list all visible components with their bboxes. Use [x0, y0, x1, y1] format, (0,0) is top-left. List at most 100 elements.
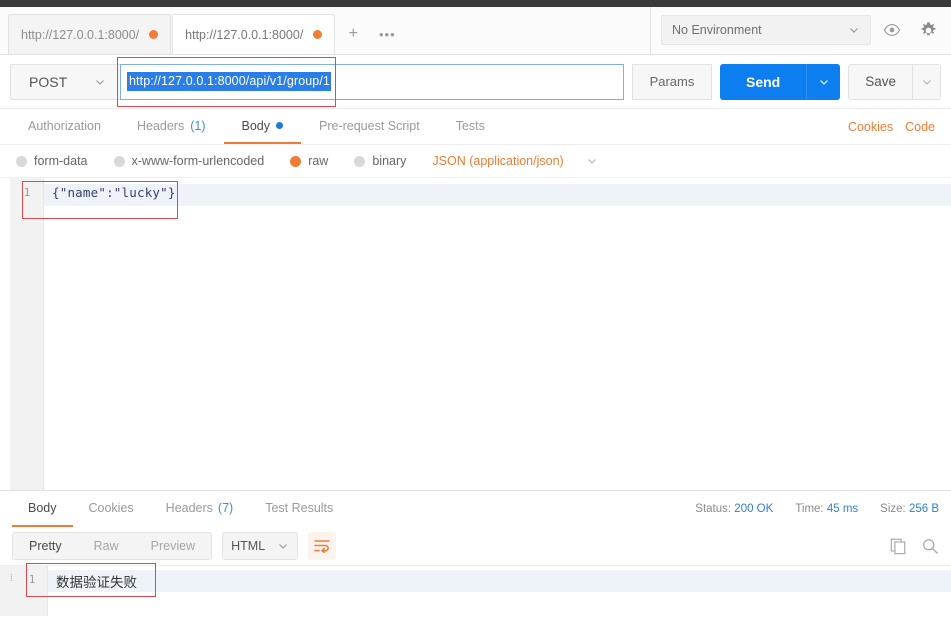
response-tab-headers[interactable]: Headers (7) — [150, 491, 250, 527]
environment-area: No Environment — [661, 15, 943, 45]
status-value: 200 OK — [734, 502, 774, 515]
size-value: 256 B — [908, 502, 939, 515]
chevron-down-icon — [848, 24, 860, 36]
request-tabs-list: http://127.0.0.1:8000/ http://127.0.0.1:… — [0, 6, 405, 54]
tab-label: Tests — [455, 118, 485, 133]
tab-headers[interactable]: Headers (1) — [119, 109, 224, 144]
response-stats: Status: 200 OK Time: 45 ms Size: 256 B — [695, 503, 939, 515]
chevron-down-icon — [277, 540, 289, 552]
new-tab-button[interactable]: + — [336, 14, 371, 54]
tab-count: (1) — [190, 118, 206, 133]
send-button[interactable]: Send — [719, 63, 841, 100]
tab-pre-request-script[interactable]: Pre-request Script — [301, 109, 438, 144]
chevron-down-icon — [94, 76, 106, 88]
tab-label: Authorization — [28, 118, 101, 133]
tab-count: (7) — [217, 500, 234, 515]
response-active-line — [0, 570, 951, 592]
editor-code-line: {"name":"lucky"} — [52, 185, 176, 200]
wrap-lines-icon[interactable] — [308, 531, 337, 560]
copy-icon[interactable] — [889, 537, 907, 555]
content-type-value: JSON (application/json) — [432, 154, 564, 168]
tab-label: Body — [28, 500, 57, 515]
body-type-label: raw — [308, 154, 329, 168]
body-type-label: form-data — [34, 154, 88, 168]
view-mode-preview[interactable]: Preview — [135, 533, 211, 559]
tab-options-button[interactable]: ••• — [370, 14, 405, 54]
postman-window: http://127.0.0.1:8000/ http://127.0.0.1:… — [0, 0, 951, 628]
url-input[interactable]: http://127.0.0.1:8000/api/v1/group/1 — [120, 63, 624, 100]
code-link[interactable]: Code — [905, 120, 935, 134]
response-view-mode-group: Pretty Raw Preview — [12, 531, 213, 560]
radio-selected-icon — [290, 155, 302, 167]
http-method-select[interactable]: POST — [10, 63, 120, 100]
response-format-value: HTML — [231, 538, 266, 553]
response-toolbar: Pretty Raw Preview HTML — [0, 526, 951, 566]
url-input-wrapper: http://127.0.0.1:8000/api/v1/group/1 — [117, 56, 624, 107]
status-stat: Status: 200 OK — [695, 503, 773, 515]
tab-body[interactable]: Body — [223, 109, 301, 144]
time-label: Time: — [795, 502, 824, 515]
environment-select[interactable]: No Environment — [661, 15, 871, 45]
view-mode-raw[interactable]: Raw — [78, 533, 135, 559]
fold-marker-icon[interactable]: ⁞ — [10, 573, 13, 584]
request-tab-label: http://127.0.0.1:8000/ — [185, 27, 304, 42]
tab-tests[interactable]: Tests — [438, 109, 503, 144]
response-tab-test-results[interactable]: Test Results — [249, 491, 349, 527]
editor-code-text: {"name":"lucky"} — [52, 185, 176, 200]
time-stat: Time: 45 ms — [795, 503, 858, 515]
tab-label: Headers — [165, 500, 213, 515]
tab-label: Headers — [136, 118, 185, 133]
content-type-select[interactable]: JSON (application/json) — [432, 154, 597, 168]
search-icon[interactable] — [921, 537, 939, 555]
body-type-row: form-data x-www-form-urlencoded raw bina… — [0, 145, 951, 177]
body-type-binary[interactable]: binary — [354, 154, 406, 168]
request-body-editor[interactable]: 1 {"name":"lucky"} — [0, 177, 951, 490]
send-options-chevron-down-icon[interactable] — [806, 63, 840, 100]
send-button-label: Send — [745, 73, 781, 90]
body-type-x-www-form-urlencoded[interactable]: x-www-form-urlencoded — [113, 154, 264, 168]
body-type-label: binary — [372, 154, 407, 168]
response-line-number: 1 — [28, 573, 36, 586]
response-format-select[interactable]: HTML — [222, 531, 299, 560]
chevron-down-icon — [586, 155, 598, 167]
gear-icon[interactable] — [913, 15, 943, 45]
response-tab-body[interactable]: Body — [12, 491, 73, 527]
unsaved-dot-icon — [313, 30, 323, 39]
response-tabs-list: Body Cookies Headers (7) Test Results — [12, 491, 349, 527]
eye-icon[interactable] — [877, 15, 907, 45]
time-value: 45 ms — [826, 502, 859, 515]
params-button[interactable]: Params — [631, 63, 712, 100]
request-section-tabs: Authorization Headers (1) Body Pre-reque… — [0, 109, 951, 145]
request-tab-strip: http://127.0.0.1:8000/ http://127.0.0.1:… — [0, 7, 951, 55]
status-label: Status: — [695, 502, 732, 515]
save-button[interactable]: Save — [848, 63, 941, 100]
editor-gutter — [10, 178, 44, 490]
request-tab-2[interactable]: http://127.0.0.1:8000/ — [172, 14, 336, 54]
size-stat: Size: 256 B — [880, 503, 939, 515]
body-type-raw[interactable]: raw — [290, 154, 328, 168]
save-options-chevron-down-icon[interactable] — [912, 64, 940, 99]
response-tab-cookies[interactable]: Cookies — [73, 491, 150, 527]
radio-icon — [354, 155, 366, 167]
size-label: Size: — [880, 502, 906, 515]
tabstrip-divider — [650, 7, 651, 55]
radio-icon — [16, 155, 27, 167]
request-links: Cookies Code — [848, 109, 941, 144]
tab-label: Cookies — [88, 500, 134, 515]
response-body-text: 数据验证失败 — [56, 575, 137, 591]
radio-icon — [113, 155, 125, 167]
environment-value: No Environment — [672, 23, 762, 37]
request-tab-label: http://127.0.0.1:8000/ — [21, 27, 140, 42]
view-mode-pretty[interactable]: Pretty — [13, 532, 78, 559]
body-type-form-data[interactable]: form-data — [16, 154, 88, 168]
response-body-viewer[interactable]: ⁞ 1 数据验证失败 — [0, 563, 951, 616]
save-button-label: Save — [865, 74, 896, 89]
tab-label: Test Results — [265, 500, 334, 515]
tab-authorization[interactable]: Authorization — [10, 109, 119, 144]
url-input-value: http://127.0.0.1:8000/api/v1/group/1 — [127, 72, 331, 91]
editor-line-number: 1 — [23, 186, 31, 199]
response-section-tabs: Body Cookies Headers (7) Test Results St… — [0, 490, 951, 527]
cookies-link[interactable]: Cookies — [848, 120, 893, 134]
request-tab-1[interactable]: http://127.0.0.1:8000/ — [8, 14, 172, 54]
http-method-value: POST — [29, 73, 68, 90]
